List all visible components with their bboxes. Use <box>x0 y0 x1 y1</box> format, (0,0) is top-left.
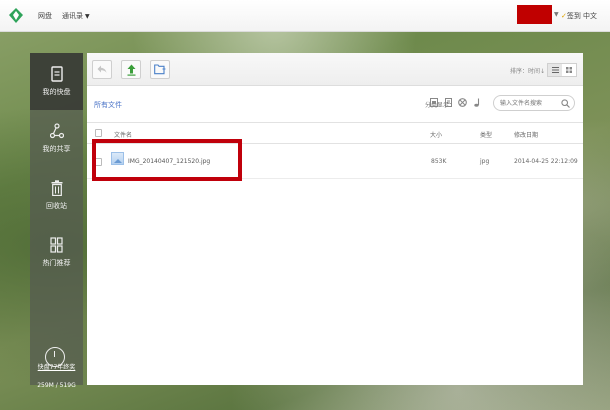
sidebar-item-my-kuaipan[interactable]: 我的快盘 <box>30 53 83 110</box>
quota-usage: 259M / 519G <box>37 382 76 389</box>
back-button[interactable] <box>92 60 112 79</box>
grid-icon <box>50 237 63 253</box>
chevron-down-icon[interactable]: ▼ <box>554 11 559 18</box>
column-header-name[interactable]: 文件名 <box>114 130 132 139</box>
view-toggle <box>547 63 577 77</box>
trash-icon <box>51 180 62 196</box>
search-input[interactable] <box>500 98 560 108</box>
sidebar-item-label: 热门推荐 <box>42 259 71 267</box>
highlight-annotation <box>92 139 242 181</box>
column-header-size[interactable]: 大小 <box>430 130 442 139</box>
breadcrumb[interactable]: 所有文件 <box>94 100 122 110</box>
file-modified: 2014-04-25 22:12:09 <box>514 158 578 165</box>
column-header-type[interactable]: 类型 <box>480 130 492 139</box>
file-size: 853K <box>431 158 447 165</box>
file-type: jpg <box>480 158 490 165</box>
search-icon[interactable] <box>561 99 570 108</box>
quota-gauge-icon <box>45 347 65 367</box>
new-folder-button[interactable] <box>150 60 170 79</box>
checkin-button[interactable]: ✓签到 <box>561 11 581 21</box>
toolbar: 排序：时间↓ <box>87 53 583 86</box>
upload-button[interactable] <box>121 60 141 79</box>
column-header-modified[interactable]: 修改日期 <box>514 130 538 139</box>
sort-label: 排序：时间 <box>510 68 541 75</box>
back-arrow-icon <box>97 65 107 73</box>
upload-arrow-icon <box>127 64 135 76</box>
sidebar-item-label: 我的快盘 <box>42 88 71 96</box>
sidebar-item-label: 我的共享 <box>42 145 71 153</box>
sidebar-item-hot-picks[interactable]: 热门推荐 <box>30 224 83 281</box>
checkin-label: 签到 <box>566 12 581 20</box>
top-bar: 网盘 通讯录 ▼ ▼ ✓签到 中文 <box>0 0 610 32</box>
image-filter-icon[interactable] <box>430 98 438 107</box>
chevron-down-icon: ▼ <box>85 13 90 20</box>
kuaipan-logo-icon[interactable] <box>9 8 23 23</box>
list-view-button[interactable] <box>548 64 562 76</box>
share-icon <box>49 123 64 139</box>
grid-view-button[interactable] <box>562 64 576 76</box>
sort-arrow-down-icon: ↓ <box>540 68 546 75</box>
file-panel: 排序：时间↓ 所有文件 分类显示： 输入文件名搜索 文件名 大小 类型 修改日期… <box>87 53 583 385</box>
video-filter-icon[interactable] <box>458 98 467 107</box>
user-account-button[interactable] <box>517 5 552 24</box>
grid-view-icon <box>566 67 572 73</box>
sidebar-item-label: 回收站 <box>46 202 67 210</box>
select-all-checkbox[interactable] <box>95 129 102 137</box>
sort-select[interactable]: 排序：时间↓ <box>510 66 545 75</box>
search-box <box>493 95 575 111</box>
music-filter-icon[interactable] <box>473 98 481 107</box>
nav-contacts[interactable]: 通讯录 ▼ <box>62 11 90 21</box>
language-select[interactable]: 中文 <box>583 11 597 21</box>
nav-netdisk[interactable]: 网盘 <box>38 11 52 21</box>
list-view-icon <box>551 67 559 73</box>
new-folder-icon <box>154 64 166 75</box>
nav-contacts-label: 通讯录 <box>62 12 83 20</box>
document-filter-icon[interactable] <box>445 98 452 107</box>
sidebar-item-my-share[interactable]: 我的共享 <box>30 110 83 167</box>
sidebar: 我的快盘 我的共享 回收站 热门推荐 快盘77年终奖 259M / 519G <box>30 53 83 389</box>
sidebar-item-recycle-bin[interactable]: 回收站 <box>30 167 83 224</box>
document-icon <box>50 66 63 82</box>
